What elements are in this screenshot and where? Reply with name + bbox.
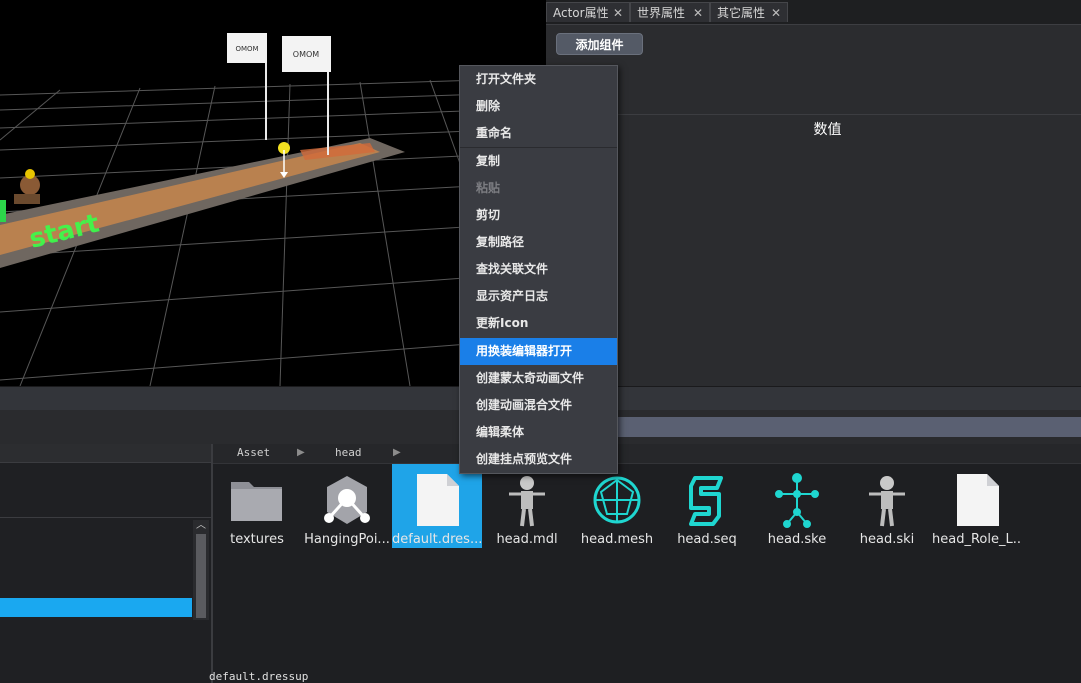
asset-browser: Asset ▶ head ▶ textures HangingPoi... de… <box>213 444 1081 665</box>
context-menu: 打开文件夹 删除 重命名 复制 粘贴 剪切 复制路径 查找关联文件 显示资产日志… <box>459 65 618 474</box>
file-item-head-ske[interactable]: head.ske <box>752 464 842 548</box>
status-bar: default.dressup <box>209 665 1081 683</box>
menu-item-copy[interactable]: 复制 <box>460 148 617 175</box>
character-skin-icon <box>869 476 905 527</box>
menu-item-cut[interactable]: 剪切 <box>460 202 617 229</box>
tree-header <box>0 444 211 463</box>
file-item-default-dressup[interactable]: default.dres... <box>392 464 482 548</box>
menu-item-copy-path[interactable]: 复制路径 <box>460 229 617 256</box>
file-label: head.seq <box>677 532 737 547</box>
blank-file-icon <box>417 474 459 526</box>
skeleton-icon <box>775 473 819 528</box>
properties-panel: Actor属性 ✕ 世界属性 ✕ 其它属性 ✕ 添加组件 数值 <box>546 0 1081 387</box>
menu-item-show-asset-log[interactable]: 显示资产日志 <box>460 283 617 310</box>
menu-item-delete[interactable]: 删除 <box>460 93 617 120</box>
tab-label: 世界属性 <box>637 6 686 20</box>
file-label: HangingPoi... <box>304 532 390 547</box>
breadcrumb-arrow-icon[interactable]: ▶ <box>393 447 401 458</box>
value-section: 数值 <box>546 114 1081 387</box>
tab-world-properties[interactable]: 世界属性 ✕ <box>630 2 710 22</box>
file-item-textures[interactable]: textures <box>212 464 302 548</box>
scroll-thumb[interactable] <box>196 534 206 618</box>
breadcrumb: Asset ▶ head ▶ <box>213 444 1081 464</box>
file-label: head.mdl <box>496 532 558 547</box>
menu-item-create-montage[interactable]: 创建蒙太奇动画文件 <box>460 365 617 392</box>
status-path: default.dressup <box>209 670 309 683</box>
file-label: head.ski <box>859 532 915 547</box>
add-component-button[interactable]: 添加组件 <box>556 33 643 55</box>
value-title: 数值 <box>813 122 842 138</box>
file-label: head.mesh <box>580 532 654 547</box>
breadcrumb-item-head[interactable]: head <box>335 446 362 459</box>
file-item-head-role[interactable]: head_Role_L... <box>932 464 1022 548</box>
file-item-head-ski[interactable]: head.ski <box>842 464 932 548</box>
menu-item-open-dressup-editor[interactable]: 用换装编辑器打开 <box>460 338 617 365</box>
file-item-hanging-point[interactable]: HangingPoi... <box>302 464 392 548</box>
tree-scrollbar[interactable]: ︿ <box>193 520 209 620</box>
tab-label: Actor属性 <box>553 6 609 20</box>
tree-item-selected[interactable] <box>0 598 192 617</box>
file-label: default.dres... <box>392 532 482 547</box>
tab-actor-properties[interactable]: Actor属性 ✕ <box>546 2 630 22</box>
menu-item-update-icon[interactable]: 更新Icon <box>460 310 617 337</box>
menu-item-find-references[interactable]: 查找关联文件 <box>460 256 617 283</box>
scroll-up-icon[interactable]: ︿ <box>193 520 209 532</box>
file-item-head-seq[interactable]: head.seq <box>662 464 752 548</box>
menu-item-edit-softbody[interactable]: 编辑柔体 <box>460 419 617 446</box>
divider <box>0 517 211 518</box>
file-item-head-mdl[interactable]: head.mdl <box>482 464 572 548</box>
properties-tabbar: Actor属性 ✕ 世界属性 ✕ 其它属性 ✕ <box>546 0 1081 25</box>
menu-item-create-hangpoint-preview[interactable]: 创建挂点预览文件 <box>460 446 617 473</box>
search-input[interactable] <box>618 417 1081 437</box>
flag-text: OMOM <box>293 50 319 59</box>
menu-item-rename[interactable]: 重命名 <box>460 120 617 147</box>
menu-item-create-blend[interactable]: 创建动画混合文件 <box>460 392 617 419</box>
close-icon[interactable]: ✕ <box>771 3 781 23</box>
flag-text: OMOM <box>235 45 258 53</box>
file-label: head.ske <box>767 532 827 547</box>
file-label: textures <box>230 532 284 547</box>
breadcrumb-item-asset[interactable]: Asset <box>237 446 270 459</box>
file-item-head-mesh[interactable]: head.mesh <box>572 464 662 548</box>
sequence-s-icon <box>689 476 723 526</box>
menu-item-paste[interactable]: 粘贴 <box>460 175 617 202</box>
close-icon[interactable]: ✕ <box>693 3 703 23</box>
blank-file-icon <box>957 474 999 526</box>
tab-other-properties[interactable]: 其它属性 ✕ <box>710 2 788 22</box>
file-label: head_Role_L... <box>932 532 1022 547</box>
folder-tree[interactable]: ︿ <box>0 444 213 683</box>
hanging-point-icon <box>324 476 370 524</box>
folder-icon <box>231 482 282 521</box>
breadcrumb-arrow-icon[interactable]: ▶ <box>297 447 305 458</box>
menu-item-open-folder[interactable]: 打开文件夹 <box>460 66 617 93</box>
mesh-sphere-icon <box>593 476 641 524</box>
close-icon[interactable]: ✕ <box>613 3 623 23</box>
tab-label: 其它属性 <box>717 6 766 20</box>
character-model-icon <box>509 476 545 527</box>
